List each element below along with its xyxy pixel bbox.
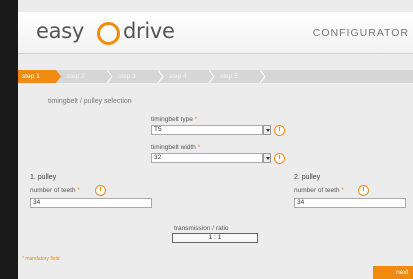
step-tab-2[interactable]: step 2 (63, 70, 107, 83)
timingbelt-type-label: timingbelt type * (151, 116, 198, 123)
info-icon[interactable]: i (274, 153, 285, 164)
app-header: easy drive CONFIGURATOR (18, 12, 413, 54)
step-label: step 3 (118, 73, 136, 80)
logo-text-drive: drive (123, 19, 175, 43)
step-tab-3[interactable]: step 3 (114, 70, 158, 83)
next-button[interactable]: next (373, 266, 413, 279)
step-label: step 5 (220, 73, 238, 80)
pulley-2-teeth-input[interactable]: 34 (294, 198, 406, 208)
info-icon[interactable]: i (95, 185, 106, 196)
timingbelt-type-select[interactable]: T5 (151, 125, 263, 135)
mandatory-field-note: * mandatory field (22, 256, 60, 262)
logo-ring-icon (97, 22, 120, 45)
step-label: step 4 (169, 73, 187, 80)
step-progress-bar: step 1 step 2 step 3 step 4 step 5 (18, 70, 413, 83)
timingbelt-width-label: timingbelt width * (151, 144, 201, 151)
app-title: CONFIGURATOR (312, 27, 409, 39)
pulley-1-teeth-label: number of teeth * (30, 187, 80, 194)
step-label: step 1 (22, 73, 40, 80)
info-icon[interactable]: i (274, 125, 285, 136)
configurator-window: easy drive CONFIGURATOR step 1 step 2 st… (18, 0, 413, 279)
pulley-2-teeth-label: number of teeth * (294, 187, 344, 194)
dropdown-arrow-icon[interactable] (263, 153, 271, 163)
ratio-label: transmission / ratio (174, 225, 229, 232)
step-label: step 2 (67, 73, 85, 80)
logo-text-easy: easy (36, 19, 84, 43)
timingbelt-width-select[interactable]: 32 (151, 153, 263, 163)
info-icon[interactable]: i (358, 185, 369, 196)
ratio-value: 1 : 1 (172, 233, 258, 243)
section-title: timingbelt / pulley selection (48, 98, 132, 105)
pulley-2-heading: 2. pulley (294, 174, 321, 181)
step-tab-4[interactable]: step 4 (165, 70, 209, 83)
pulley-1-heading: 1. pulley (30, 174, 57, 181)
step-tab-5[interactable]: step 5 (216, 70, 260, 83)
pulley-1-teeth-input[interactable]: 34 (30, 198, 152, 208)
dropdown-arrow-icon[interactable] (263, 125, 271, 135)
chevron-right-icon (260, 70, 266, 83)
step-tab-1[interactable]: step 1 (18, 70, 56, 83)
